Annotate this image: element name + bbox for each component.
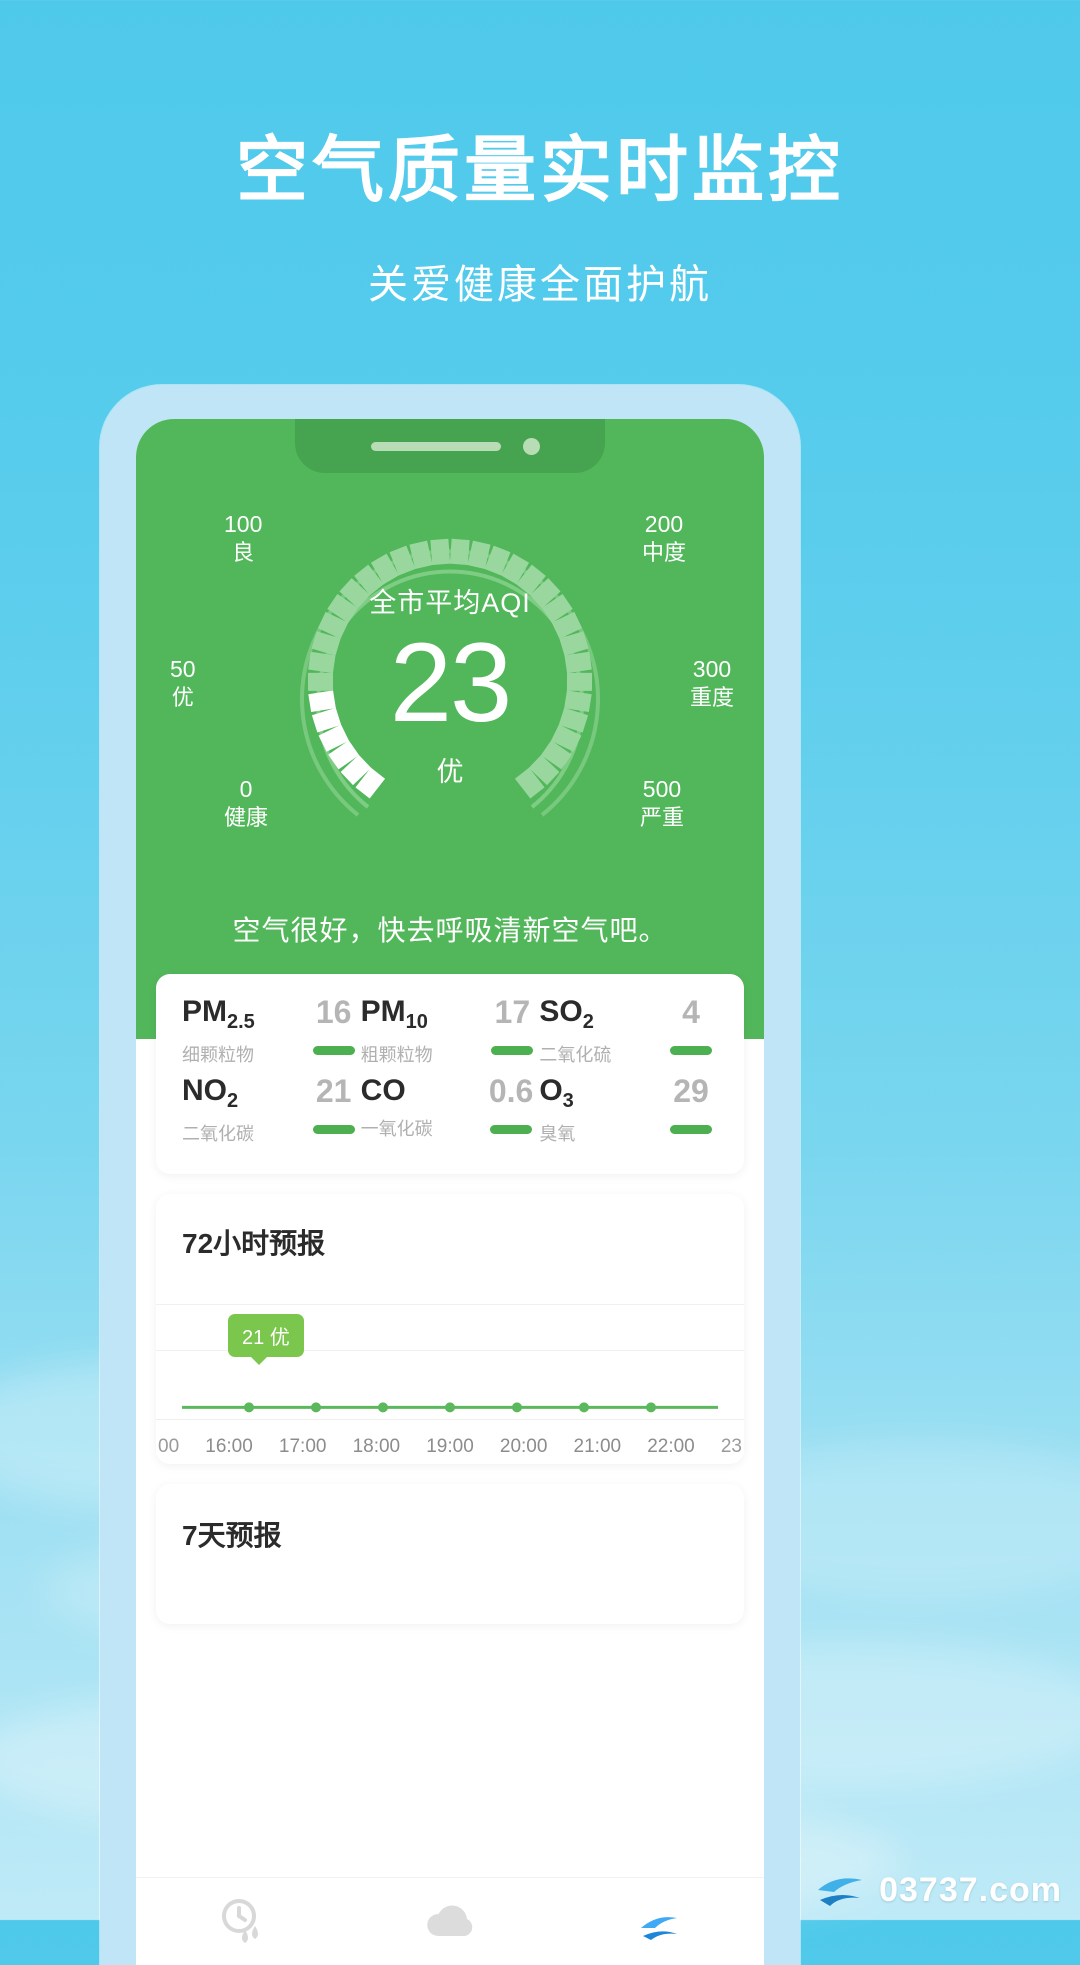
bottom-navigation [136, 1877, 764, 1965]
chart-data-point [579, 1402, 589, 1412]
pollutant-cell: SO2 二氧化硫 4 [539, 996, 718, 1075]
clock-rain-icon [215, 1896, 267, 1948]
aqi-value: 23 [136, 624, 764, 742]
aqi-advice-text: 空气很好，快去呼吸清新空气吧。 [136, 909, 764, 949]
forecast-7d-card[interactable]: 7天预报 [156, 1484, 744, 1624]
gauge-tick-500: 500 严重 [640, 775, 684, 831]
pollutant-value: 0.6 [489, 1075, 533, 1107]
front-camera-icon [523, 438, 540, 455]
pollutant-level-bar [490, 1125, 532, 1134]
chart-x-axis-labels: 00 16:00 17:00 18:00 19:00 20:00 21:00 22:00 23 [156, 1436, 744, 1458]
pollutant-level-bar [313, 1125, 355, 1134]
watermark-text: 03737.com [879, 1871, 1062, 1910]
forecast-7d-title: 7天预报 [156, 1484, 744, 1554]
chart-data-point [512, 1402, 522, 1412]
nav-item-profile[interactable] [556, 1898, 763, 1946]
chart-data-point [244, 1402, 254, 1412]
pollutant-card: PM2.5 细颗粒物 16 PM10 粗颗粒物 17SO2 二氧化硫 4 NO2 二氧化碳 21 CO… [156, 974, 744, 1174]
chart-x-label: 23 [721, 1436, 742, 1458]
nav-item-hourly[interactable] [137, 1896, 344, 1948]
aqi-gauge: 全市平均AQI 23 优 100 良 200 中度 50 优 300 [136, 485, 764, 885]
gauge-tick-200: 200 中度 [642, 510, 686, 566]
pollutant-name: SO2 [539, 996, 611, 1033]
pollutant-value: 4 [682, 996, 700, 1028]
pollutant-description: 臭氧 [539, 1120, 575, 1146]
pollutant-cell: PM2.5 细颗粒物 16 [182, 996, 361, 1075]
pollutant-value: 29 [673, 1075, 709, 1107]
pollutant-name: CO [361, 1075, 433, 1107]
forecast-72h-chart: 21 优 0016:0017:0018:0019:0020:0021:0022:… [156, 1304, 744, 1464]
pollutant-level-bar [670, 1125, 712, 1134]
aqi-hero-panel: 全市平均AQI 23 优 100 良 200 中度 50 优 300 [136, 419, 764, 1039]
chart-data-point [646, 1402, 656, 1412]
pollutant-cell: NO2 二氧化碳 21 [182, 1075, 361, 1154]
pollutant-level-bar [670, 1046, 712, 1055]
chart-x-label: 21:00 [574, 1436, 622, 1458]
promo-subheadline: 关爱健康全面护航 [0, 252, 1080, 310]
pollutant-value: 21 [316, 1075, 352, 1107]
cloud-icon [422, 1900, 478, 1944]
gauge-tick-100: 100 良 [224, 510, 262, 566]
pollutant-level-bar [313, 1046, 355, 1055]
pollutant-cell: CO 一氧化碳 0.6 [361, 1075, 540, 1154]
forecast-72h-title: 72小时预报 [156, 1194, 744, 1262]
chart-x-label: 19:00 [426, 1436, 474, 1458]
pollutant-name: PM10 [361, 996, 433, 1033]
nav-item-weather[interactable] [346, 1900, 553, 1944]
phone-screen: 全市平均AQI 23 优 100 良 200 中度 50 优 300 [136, 419, 764, 1965]
speaker-grille-icon [371, 442, 501, 451]
chart-x-label: 22:00 [647, 1436, 695, 1458]
pollutant-value: 17 [495, 996, 531, 1028]
aqi-title: 全市平均AQI [136, 581, 764, 620]
chart-x-label: 20:00 [500, 1436, 548, 1458]
chart-data-point [311, 1402, 321, 1412]
aqi-readout: 全市平均AQI 23 优 [136, 581, 764, 789]
pollutant-description: 一氧化碳 [361, 1115, 433, 1141]
chart-data-point [378, 1402, 388, 1412]
pollutant-level-bar [491, 1046, 533, 1055]
pollutant-name: PM2.5 [182, 996, 255, 1033]
phone-notch [295, 419, 605, 473]
forecast-72h-card[interactable]: 72小时预报 21 优 0016:0017:0018:0019:0020:002… [156, 1194, 744, 1464]
chart-x-label: 00 [158, 1436, 179, 1458]
phone-mockup: 全市平均AQI 23 优 100 良 200 中度 50 优 300 [100, 385, 800, 1965]
pollutant-description: 粗颗粒物 [361, 1041, 433, 1067]
pollutant-name: NO2 [182, 1075, 254, 1112]
pollutant-description: 细颗粒物 [182, 1041, 255, 1067]
pollutant-value: 16 [316, 996, 352, 1028]
pollutant-name: O3 [539, 1075, 575, 1112]
pollutant-description: 二氧化碳 [182, 1120, 254, 1146]
chart-data-point [445, 1402, 455, 1412]
gauge-tick-300: 300 重度 [690, 655, 734, 711]
chart-x-label: 16:00 [205, 1436, 253, 1458]
chart-x-label: 18:00 [353, 1436, 401, 1458]
watermark-logo-icon [812, 1860, 868, 1912]
pollutant-description: 二氧化硫 [539, 1041, 611, 1067]
gauge-tick-0: 0 健康 [224, 775, 268, 831]
logo-icon [633, 1898, 685, 1946]
promo-headline: 空气质量实时监控 [0, 132, 1080, 211]
pollutant-grid: PM2.5 细颗粒物 16 PM10 粗颗粒物 17SO2 二氧化硫 4 NO2 二氧化碳 21 CO… [182, 996, 718, 1154]
pollutant-cell: O3 臭氧 29 [539, 1075, 718, 1154]
gauge-tick-50: 50 优 [170, 655, 196, 711]
pollutant-cell: PM10 粗颗粒物 17 [361, 996, 540, 1075]
chart-x-label: 17:00 [279, 1436, 327, 1458]
